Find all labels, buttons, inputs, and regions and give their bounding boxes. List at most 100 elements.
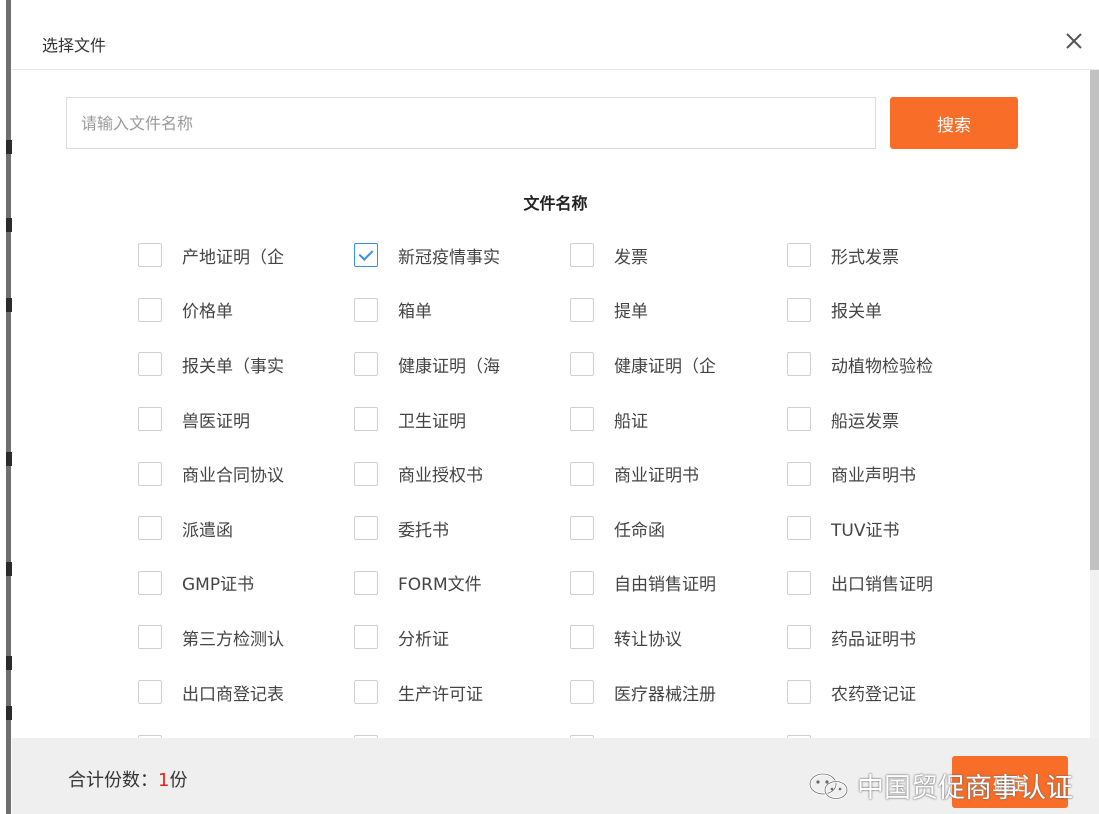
file-label: 价格单 <box>182 302 233 323</box>
total-unit: 份 <box>169 770 188 791</box>
file-label: 第三方检测认 <box>182 629 284 650</box>
file-checkbox[interactable] <box>354 461 378 486</box>
background-page <box>0 0 12 814</box>
confirm-button[interactable]: 确定 <box>952 756 1068 808</box>
file-checkbox[interactable] <box>138 461 162 486</box>
file-item[interactable]: 营业执照 <box>354 719 570 738</box>
file-item[interactable]: 医疗器械注册 <box>570 665 787 720</box>
file-checkbox[interactable] <box>138 516 162 541</box>
file-checkbox[interactable] <box>570 243 594 268</box>
file-checkbox[interactable] <box>354 352 378 377</box>
file-label: 形式发票 <box>831 247 899 268</box>
file-label: 转让协议 <box>614 629 682 650</box>
file-item[interactable]: 派遣函 <box>138 501 354 556</box>
file-item[interactable]: 委托书 <box>354 501 570 556</box>
file-label: 生产许可证 <box>398 684 483 705</box>
file-checkbox[interactable] <box>787 461 811 486</box>
file-checkbox[interactable] <box>138 680 162 705</box>
file-item[interactable]: 发票 <box>570 228 787 283</box>
file-item[interactable]: 任命函 <box>570 501 787 556</box>
file-item[interactable]: 商业声明书 <box>787 446 1003 501</box>
file-item[interactable]: 形式发票 <box>787 228 1003 283</box>
search-input[interactable] <box>66 97 876 149</box>
file-checkbox[interactable] <box>787 243 811 268</box>
file-checkbox[interactable] <box>354 680 378 705</box>
file-checkbox[interactable] <box>354 625 378 650</box>
file-checkbox[interactable] <box>787 297 811 322</box>
file-item[interactable]: 第三方检测认 <box>138 610 354 665</box>
file-label: 兽医证明 <box>182 411 250 432</box>
file-item[interactable]: 出口商登记表 <box>138 665 354 720</box>
file-item[interactable]: 分析证 <box>354 610 570 665</box>
file-checkbox[interactable] <box>570 407 594 432</box>
file-checkbox[interactable] <box>138 352 162 377</box>
file-checkbox[interactable] <box>570 461 594 486</box>
file-checkbox[interactable] <box>570 625 594 650</box>
search-button[interactable]: 搜索 <box>890 97 1018 149</box>
file-item[interactable]: 箱单 <box>354 283 570 338</box>
file-checkbox[interactable] <box>354 297 378 322</box>
file-item[interactable]: 价格单 <box>138 283 354 338</box>
file-item[interactable]: 自由销售证明 <box>570 556 787 611</box>
file-item[interactable]: 转让协议 <box>570 610 787 665</box>
file-label: 发票 <box>614 247 648 268</box>
file-checkbox[interactable] <box>787 352 811 377</box>
file-item[interactable]: 新冠疫情事实 <box>354 228 570 283</box>
file-checkbox[interactable] <box>570 352 594 377</box>
background-edge <box>6 0 11 814</box>
file-checkbox[interactable] <box>570 297 594 322</box>
file-checkbox[interactable] <box>138 243 162 268</box>
file-label: 健康证明（企 <box>614 356 716 377</box>
file-item[interactable]: 产地证明（企 <box>138 228 354 283</box>
file-item[interactable]: 卫生证明 <box>354 392 570 447</box>
file-item[interactable]: 商业合同协议 <box>138 446 354 501</box>
file-checkbox[interactable] <box>787 680 811 705</box>
scrollbar-thumb[interactable] <box>1090 70 1099 570</box>
close-icon[interactable] <box>1063 30 1085 52</box>
file-label: 出口商登记表 <box>182 684 284 705</box>
file-item[interactable]: 税务登记证 <box>570 719 787 738</box>
file-item[interactable]: 商业证明书 <box>570 446 787 501</box>
file-checkbox[interactable] <box>138 297 162 322</box>
file-checkbox[interactable] <box>354 570 378 595</box>
file-label: 医疗器械注册 <box>614 684 716 705</box>
file-label: 船证 <box>614 411 648 432</box>
file-item[interactable]: 出口销售证明 <box>787 556 1003 611</box>
file-checkbox[interactable] <box>138 625 162 650</box>
file-label: 报关单（事实 <box>182 356 284 377</box>
file-item[interactable]: 组织机构代码 <box>787 719 1003 738</box>
file-item[interactable]: 动植物检验检 <box>787 337 1003 392</box>
file-item[interactable]: 生产许可证 <box>354 665 570 720</box>
scrollbar[interactable] <box>1090 70 1099 750</box>
file-item[interactable]: 船运发票 <box>787 392 1003 447</box>
file-item[interactable]: 报关单（事实 <box>138 337 354 392</box>
file-checkbox[interactable] <box>570 680 594 705</box>
file-label: 提单 <box>614 302 648 323</box>
file-item[interactable]: 提单 <box>570 283 787 338</box>
file-checkbox[interactable] <box>138 407 162 432</box>
file-checkbox[interactable] <box>354 516 378 541</box>
file-checkbox[interactable] <box>354 243 378 268</box>
file-item[interactable]: 农药登记证 <box>787 665 1003 720</box>
file-item[interactable]: 船证 <box>570 392 787 447</box>
file-checkbox[interactable] <box>570 516 594 541</box>
file-item[interactable]: 健康证明（海 <box>354 337 570 392</box>
file-checkbox[interactable] <box>570 570 594 595</box>
file-checkbox[interactable] <box>787 570 811 595</box>
file-checkbox[interactable] <box>354 407 378 432</box>
file-item[interactable]: GMP证书 <box>138 556 354 611</box>
file-item[interactable]: 药品证明书 <box>787 610 1003 665</box>
file-item[interactable]: FORM文件 <box>354 556 570 611</box>
column-header: 文件名称 <box>523 194 588 213</box>
file-label: 商业声明书 <box>831 466 916 487</box>
file-item[interactable]: 报关单 <box>787 283 1003 338</box>
file-checkbox[interactable] <box>138 570 162 595</box>
file-item[interactable]: 兽医证明 <box>138 392 354 447</box>
file-item[interactable]: TUV证书 <box>787 501 1003 556</box>
file-item[interactable]: 健康证明（企 <box>570 337 787 392</box>
file-checkbox[interactable] <box>787 516 811 541</box>
file-item[interactable]: 商业授权书 <box>354 446 570 501</box>
file-item[interactable]: 企业资格证书 <box>138 719 354 738</box>
file-checkbox[interactable] <box>787 407 811 432</box>
file-checkbox[interactable] <box>787 625 811 650</box>
